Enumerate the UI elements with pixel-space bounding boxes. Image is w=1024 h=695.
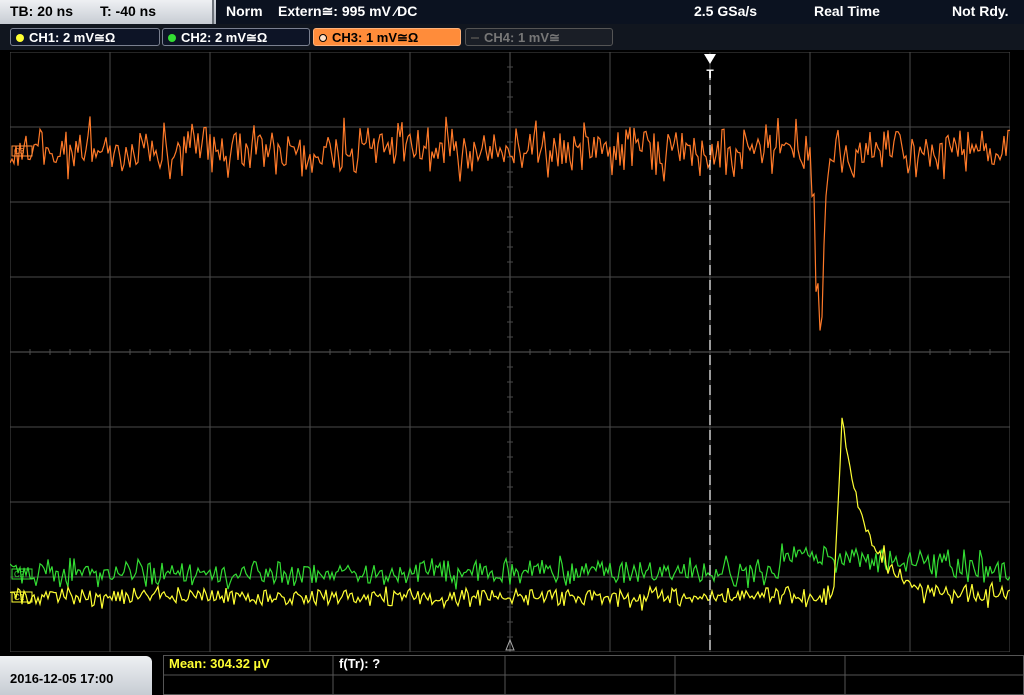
ch3-ground-marker[interactable]: C3: [11, 145, 33, 157]
datetime-label: 2016-12-05 17:00: [10, 671, 114, 686]
channel-tab-ch1[interactable]: CH1: 2 mV≅Ω: [10, 28, 160, 46]
top-status-bar: TB: 20 ns T: -40 ns Norm Extern≅: 995 mV…: [0, 0, 1024, 24]
channel-tab-ch4[interactable]: CH4: 1 mV≅: [465, 28, 613, 46]
trigger-arrow-icon[interactable]: [704, 54, 716, 64]
ch2-dot-icon: [168, 34, 176, 42]
sample-rate-label[interactable]: 2.5 GSa/s: [694, 3, 757, 19]
measurement-panel[interactable]: Mean: 304.32 µV f(Tr): ?: [163, 655, 1024, 695]
trigger-offset-label[interactable]: T: -40 ns: [100, 3, 156, 19]
ch4-off-icon: [471, 37, 479, 39]
datetime-box: 2016-12-05 17:00: [0, 656, 152, 695]
trigger-source-label[interactable]: Extern≅: 995 mV ∕DC: [278, 3, 417, 20]
status-label: Not Rdy.: [952, 3, 1009, 19]
trigger-marker-label: T: [706, 67, 714, 81]
ch1-label: CH1: 2 mV≅Ω: [29, 30, 116, 45]
ch2-label: CH2: 2 mV≅Ω: [181, 30, 268, 45]
timebase-box[interactable]: TB: 20 ns T: -40 ns: [0, 0, 214, 24]
measurement-grid: [163, 655, 1024, 695]
channel-bar: CH1: 2 mV≅Ω CH2: 2 mV≅Ω CH3: 1 mV≅Ω CH4:…: [0, 24, 1024, 50]
trigger-mode-label[interactable]: Norm: [226, 3, 263, 19]
ch3-label: CH3: 1 mV≅Ω: [332, 30, 419, 45]
waveform-display[interactable]: T C3 C2 C1: [9, 51, 1011, 653]
measurement-risetime[interactable]: f(Tr): ?: [339, 656, 380, 671]
graticule: [9, 51, 1011, 653]
waveform-svg[interactable]: T C3 C2 C1: [9, 51, 1011, 653]
timebase-label[interactable]: TB: 20 ns: [10, 3, 73, 19]
ch1-dot-icon: [16, 34, 24, 42]
channel-tab-ch3[interactable]: CH3: 1 mV≅Ω: [313, 28, 461, 46]
acquisition-mode-label[interactable]: Real Time: [814, 3, 880, 19]
ch3-dot-icon: [319, 34, 327, 42]
channel-tab-ch2[interactable]: CH2: 2 mV≅Ω: [162, 28, 310, 46]
acquisition-strip: Norm Extern≅: 995 mV ∕DC 2.5 GSa/s Real …: [216, 0, 1024, 24]
ch2-marker-label: C2: [14, 570, 25, 579]
ch1-marker-label: C1: [14, 593, 25, 602]
ch4-label: CH4: 1 mV≅: [484, 30, 560, 45]
ch3-marker-label: C3: [14, 147, 25, 156]
ch1-ground-marker[interactable]: C1: [11, 591, 33, 603]
measurement-mean[interactable]: Mean: 304.32 µV: [169, 656, 270, 671]
